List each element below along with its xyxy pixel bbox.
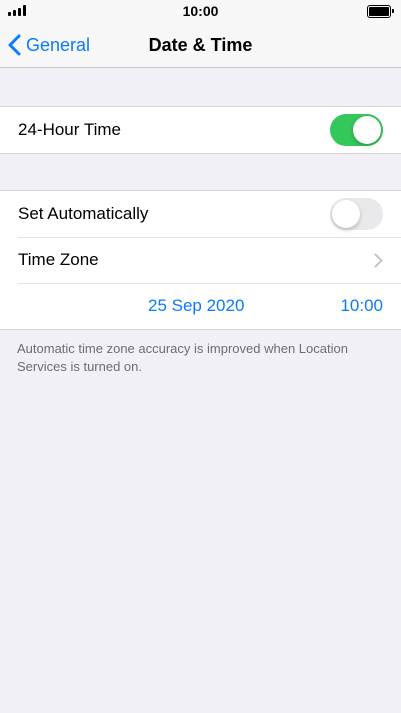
hour24-toggle[interactable] [330, 114, 383, 146]
status-bar: 10:00 [0, 0, 401, 22]
hour24-row: 24-Hour Time [0, 107, 401, 153]
date-value[interactable]: 25 Sep 2020 [148, 296, 244, 316]
back-button-label: General [26, 34, 91, 55]
time-zone-label: Time Zone [18, 250, 99, 269]
hour24-group: 24-Hour Time [0, 106, 401, 154]
date-time-row: 25 Sep 2020 10:00 [0, 283, 401, 329]
set-automatically-toggle[interactable] [330, 198, 383, 230]
time-zone-row[interactable]: Time Zone [0, 237, 401, 283]
chevron-left-icon [8, 34, 21, 56]
set-automatically-label: Set Automatically [18, 204, 149, 223]
battery-icon [367, 5, 394, 18]
navigation-bar: General Date & Time [0, 22, 401, 68]
datetime-group: Set Automatically Time Zone 25 Sep 2020 … [0, 190, 401, 330]
toggle-knob [353, 116, 381, 144]
set-automatically-row: Set Automatically [0, 191, 401, 237]
status-time: 10:00 [182, 3, 219, 19]
back-button[interactable]: General [8, 22, 90, 68]
toggle-knob [332, 200, 360, 228]
hour24-label: 24-Hour Time [18, 120, 121, 139]
time-value[interactable]: 10:00 [340, 296, 383, 316]
chevron-right-icon [374, 253, 383, 267]
footer-note: Automatic time zone accuracy is improved… [17, 341, 348, 374]
